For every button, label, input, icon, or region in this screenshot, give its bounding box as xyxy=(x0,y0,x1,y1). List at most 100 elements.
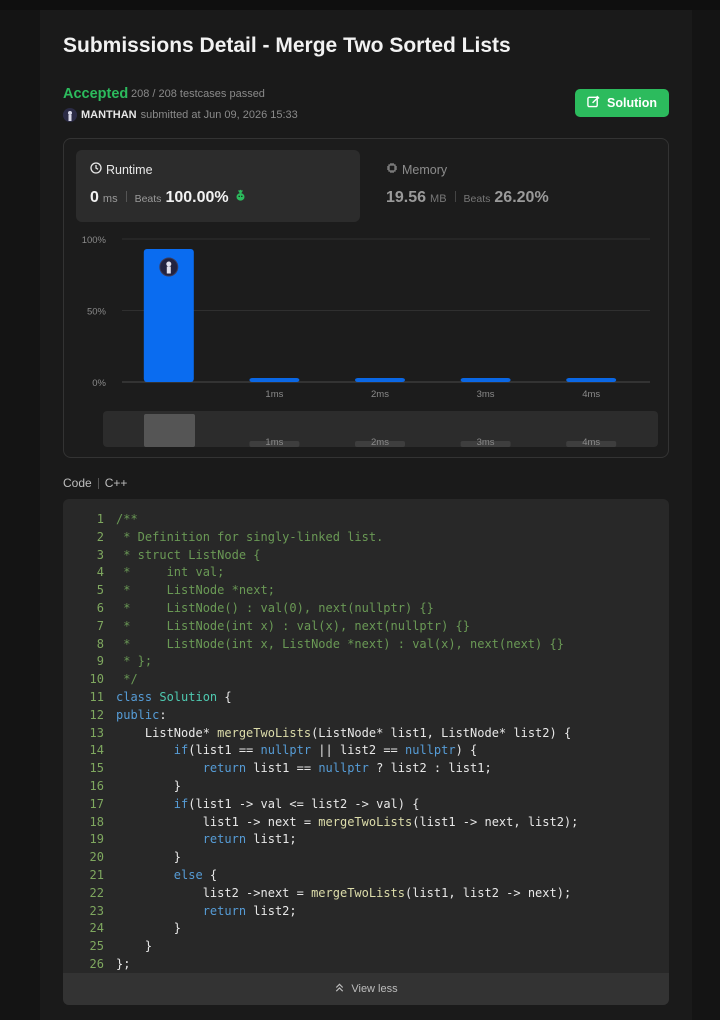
code-line: 26}; xyxy=(63,956,669,974)
code-token: } xyxy=(116,778,182,793)
code-token: list2 ->next = xyxy=(116,885,312,900)
code-token: mergeTwoLists xyxy=(311,885,405,900)
line-text: } xyxy=(116,849,181,867)
line-number: 13 xyxy=(89,725,104,740)
code-token: return xyxy=(202,832,247,847)
code-token: /** xyxy=(116,512,138,526)
line-number: 23 xyxy=(89,903,104,918)
code-token: return xyxy=(202,761,247,776)
code-line: 16 } xyxy=(63,778,669,796)
line-number: 20 xyxy=(89,850,104,865)
line-number: 15 xyxy=(89,761,104,776)
y-tick-label: 0% xyxy=(92,378,106,389)
code-line: 13 ListNode* mergeTwoLists(ListNode* lis… xyxy=(63,725,669,743)
chart-bar xyxy=(566,378,617,382)
line-text: * int val; xyxy=(116,564,224,582)
line-text: * }; xyxy=(116,653,152,671)
line-number: 12 xyxy=(89,707,104,722)
code-token: ? list2 : list1; xyxy=(368,761,492,776)
code-line: 19 return list1; xyxy=(63,831,669,849)
testcases-passed: 208 / 208 testcases passed xyxy=(131,88,265,100)
line-number: 17 xyxy=(89,796,104,811)
code-line: 9 * }; xyxy=(63,653,669,671)
line-text: */ xyxy=(116,671,138,689)
line-text: * ListNode(int x, ListNode *next) : val(… xyxy=(116,636,564,654)
submission-panel: Submissions Detail - Merge Two Sorted Li… xyxy=(40,10,692,1020)
line-text: return list1 == nullptr ? list2 : list1; xyxy=(116,760,492,778)
code-token: return xyxy=(202,903,247,918)
line-number: 26 xyxy=(89,956,104,971)
code-line: 4 * int val; xyxy=(63,564,669,582)
code-token: (list1 -> val <= list2 -> val) { xyxy=(188,796,420,811)
code-token: : xyxy=(159,707,167,722)
code-token: class xyxy=(116,689,153,704)
navigator-handle xyxy=(144,414,195,447)
code-line: 14 if(list1 == nullptr || list2 == nullp… xyxy=(63,742,669,760)
code-token: }; xyxy=(116,956,131,971)
code-token: * struct ListNode { xyxy=(116,547,261,562)
view-less-button[interactable]: View less xyxy=(63,973,669,1005)
code-token: list1; xyxy=(246,832,297,847)
code-line: 5 * ListNode *next; xyxy=(63,582,669,600)
runtime-distribution-chart: 100% 50% 0% 1ms 2ms 3ms 4ms 1ms 2ms 3ms 4ms xyxy=(82,235,658,448)
top-strip xyxy=(0,0,720,10)
avatar[interactable] xyxy=(63,108,77,122)
code-line: 23 return list2; xyxy=(63,903,669,921)
y-tick-label: 50% xyxy=(87,307,107,318)
code-token: * ListNode(int x) : val(x), next(nullptr… xyxy=(116,618,471,633)
page-title: Submissions Detail - Merge Two Sorted Li… xyxy=(63,34,511,57)
code-token: if xyxy=(173,743,189,758)
chart-bar xyxy=(460,378,511,382)
chart-bar xyxy=(249,378,300,382)
code-token: list1 -> next = xyxy=(116,814,319,829)
code-line: 10 */ xyxy=(63,671,669,689)
solution-button[interactable]: Solution xyxy=(575,89,669,117)
line-text: class Solution { xyxy=(116,689,232,707)
navigator-tick-label: 2ms xyxy=(371,437,389,448)
username[interactable]: MANTHAN xyxy=(81,109,137,121)
line-number: 3 xyxy=(96,547,104,562)
line-number: 11 xyxy=(89,689,104,704)
code-line: 18 list1 -> next = mergeTwoLists(list1 -… xyxy=(63,814,669,832)
line-number: 16 xyxy=(89,778,104,793)
line-text: list2 ->next = mergeTwoLists(list1, list… xyxy=(116,885,571,903)
code-line: 12 public: xyxy=(63,707,669,725)
user-avatar-marker xyxy=(159,257,179,277)
code-token: */ xyxy=(116,672,138,687)
line-number: 24 xyxy=(89,921,104,936)
line-number: 7 xyxy=(96,618,104,633)
code-tab-label: Code xyxy=(63,476,92,490)
code-token: ListNode* xyxy=(116,725,218,740)
navigator-tick-label: 4ms xyxy=(582,437,600,448)
code-header: Code C++ xyxy=(63,476,127,490)
code-token: { xyxy=(202,867,218,882)
code-token: mergeTwoLists xyxy=(318,814,413,829)
code-line: 20 } xyxy=(63,849,669,867)
line-number: 4 xyxy=(96,565,104,580)
x-tick-label: 4ms xyxy=(582,389,600,400)
code-token: * Definition for singly-linked list. xyxy=(116,529,384,544)
view-less-label: View less xyxy=(351,983,398,995)
line-number: 19 xyxy=(89,832,104,847)
avatar-body xyxy=(166,266,171,274)
code-token: public xyxy=(116,707,160,722)
code-token: nullptr xyxy=(260,743,312,758)
avatar-head xyxy=(166,261,172,267)
code-block: 1 /** 2 * Definition for singly-linked lis… xyxy=(63,499,669,1005)
line-text: } xyxy=(116,778,181,796)
code-token: (ListNode* list1, ListNode* list2) { xyxy=(311,725,572,740)
line-text: * struct ListNode { xyxy=(116,547,261,565)
line-number: 14 xyxy=(89,743,104,758)
code-token: * ListNode(int x, ListNode *next) : val(… xyxy=(116,636,564,651)
code-line: 25 } xyxy=(63,938,669,956)
line-text: * Definition for singly-linked list. xyxy=(116,529,383,547)
code-token: ) { xyxy=(455,743,478,758)
edit-icon xyxy=(587,95,600,111)
code-line: 2 * Definition for singly-linked list. xyxy=(63,529,669,547)
code-line: 24 } xyxy=(63,920,669,938)
line-text: list1 -> next = mergeTwoLists(list1 -> n… xyxy=(116,814,579,832)
line-number: 18 xyxy=(89,814,104,829)
